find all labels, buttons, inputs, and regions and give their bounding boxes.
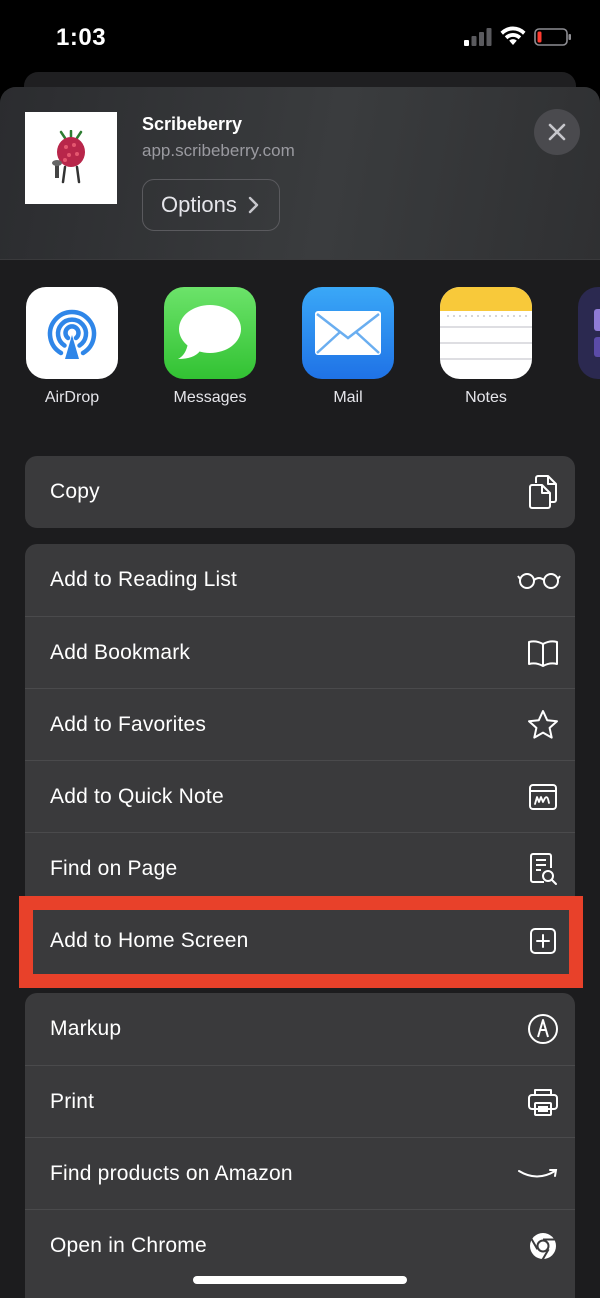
action-print[interactable]: Print bbox=[25, 1065, 575, 1137]
chrome-icon bbox=[525, 1228, 561, 1264]
action-label: Open in Chrome bbox=[50, 1233, 207, 1257]
notes-icon bbox=[440, 287, 532, 379]
amazon-smile-icon bbox=[517, 1156, 561, 1192]
app-label: AirDrop bbox=[44, 389, 100, 406]
action-find-on-page[interactable]: Find on Page bbox=[25, 832, 575, 904]
wifi-icon bbox=[500, 26, 526, 45]
app-label: Mail bbox=[333, 389, 363, 406]
app-notes[interactable]: Notes bbox=[426, 287, 546, 407]
screen: 1:03 Scribeberry app.scribeberry.com Opt… bbox=[0, 0, 600, 1298]
site-thumbnail bbox=[25, 112, 117, 204]
glasses-icon bbox=[517, 562, 561, 598]
action-markup[interactable]: Markup bbox=[25, 993, 575, 1065]
action-group-extensions: Markup Print Find products on Amazon Ope… bbox=[25, 993, 575, 1298]
copy-icon bbox=[525, 474, 561, 510]
markup-icon bbox=[525, 1011, 561, 1047]
site-title: Scribeberry bbox=[142, 114, 243, 134]
app-label: J bbox=[564, 389, 600, 407]
action-find-products-on-amazon[interactable]: Find products on Amazon bbox=[25, 1137, 575, 1209]
action-add-to-home-screen[interactable]: Add to Home Screen bbox=[25, 904, 575, 976]
app-airdrop[interactable]: AirDrop bbox=[12, 287, 132, 407]
app-partial[interactable]: J bbox=[564, 287, 600, 407]
app-icon-partial bbox=[578, 287, 600, 379]
action-label: Add to Favorites bbox=[50, 712, 207, 736]
close-button[interactable] bbox=[534, 109, 580, 155]
cellular-signal-icon bbox=[464, 28, 492, 46]
messages-icon bbox=[164, 287, 256, 379]
chevron-right-icon bbox=[248, 196, 259, 214]
action-group-safari: Add to Reading List Add Bookmark Add to … bbox=[25, 544, 575, 976]
options-button[interactable]: Options bbox=[142, 179, 280, 231]
action-label: Add to Quick Note bbox=[50, 784, 224, 808]
action-label: Print bbox=[50, 1089, 95, 1113]
printer-icon bbox=[525, 1084, 561, 1120]
star-icon bbox=[525, 707, 561, 743]
action-label: Add Bookmark bbox=[50, 640, 191, 664]
find-on-page-icon bbox=[525, 851, 561, 887]
action-label: Copy bbox=[50, 480, 100, 503]
action-open-in-chrome[interactable]: Open in Chrome bbox=[25, 1209, 575, 1281]
action-label: Add to Reading List bbox=[50, 568, 238, 591]
action-label: Find on Page bbox=[50, 856, 178, 880]
mail-icon bbox=[302, 287, 394, 379]
share-sheet-header: Scribeberry app.scribeberry.com Options bbox=[0, 87, 600, 260]
share-apps-row: AirDrop Messages Mail Notes bbox=[0, 287, 600, 417]
home-indicator[interactable] bbox=[193, 1276, 407, 1284]
book-icon bbox=[525, 635, 561, 671]
airdrop-icon bbox=[26, 287, 118, 379]
action-add-to-reading-list[interactable]: Add to Reading List bbox=[25, 544, 575, 616]
status-time: 1:03 bbox=[56, 24, 107, 51]
action-label: Find products on Amazon bbox=[50, 1161, 293, 1185]
action-add-to-quick-note[interactable]: Add to Quick Note bbox=[25, 760, 575, 832]
site-url: app.scribeberry.com bbox=[142, 141, 295, 160]
close-icon bbox=[548, 123, 566, 141]
scribeberry-logo-icon bbox=[52, 130, 85, 184]
action-group-copy: Copy bbox=[25, 456, 575, 528]
app-label: Messages bbox=[173, 389, 247, 406]
app-mail[interactable]: Mail bbox=[288, 287, 408, 407]
action-add-to-favorites[interactable]: Add to Favorites bbox=[25, 688, 575, 760]
share-sheet: Scribeberry app.scribeberry.com Options bbox=[0, 87, 600, 1298]
action-label: Markup bbox=[50, 1017, 122, 1040]
quick-note-icon bbox=[525, 779, 561, 815]
action-label: Add to Home Screen bbox=[50, 928, 249, 952]
action-add-bookmark[interactable]: Add Bookmark bbox=[25, 616, 575, 688]
action-copy[interactable]: Copy bbox=[25, 456, 575, 528]
status-bar: 1:03 bbox=[0, 0, 600, 72]
options-label: Options bbox=[161, 192, 237, 217]
app-label: Notes bbox=[465, 389, 507, 406]
plus-square-icon bbox=[525, 923, 561, 959]
battery-low-icon bbox=[534, 28, 571, 46]
app-messages[interactable]: Messages bbox=[150, 287, 270, 407]
